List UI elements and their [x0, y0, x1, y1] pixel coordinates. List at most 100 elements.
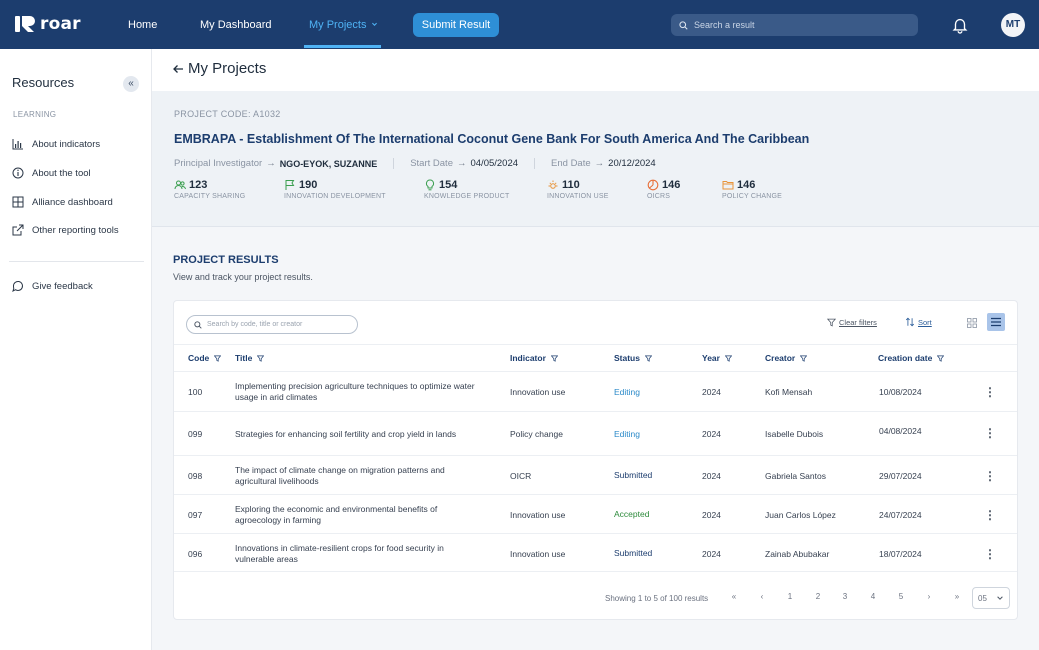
app-logo[interactable]: roar [14, 14, 81, 34]
column-header-title[interactable]: Title [235, 353, 265, 363]
results-search-placeholder: Search by code, title or creator [207, 321, 303, 328]
nav-home[interactable]: Home [128, 0, 157, 49]
stat-label: INNOVATION DEVELOPMENT [284, 193, 386, 200]
list-view-icon [991, 317, 1001, 327]
page-button-3[interactable]: 3 [838, 592, 852, 601]
stat-policy-change: 146 POLICY CHANGE [722, 179, 782, 200]
start-date-label: Start Date [410, 158, 453, 169]
info-icon [12, 167, 24, 179]
cell-year: 2024 [702, 510, 721, 520]
meta-divider [534, 158, 536, 169]
sidebar-section-label: LEARNING [13, 110, 57, 119]
filter-icon[interactable] [644, 355, 652, 362]
cell-title: Innovations in climate-resilient crops f… [235, 543, 444, 564]
first-page-button[interactable]: « [727, 592, 741, 601]
cell-date: 04/08/2024 [879, 426, 922, 436]
sort-icon [905, 317, 915, 327]
sidebar-item-label: Other reporting tools [32, 224, 119, 236]
column-header-creator[interactable]: Creator [765, 353, 808, 363]
sidebar-item-label: About indicators [32, 138, 101, 150]
filter-icon[interactable] [724, 355, 732, 362]
table-row[interactable]: 100 Implementing precision agriculture t… [174, 371, 1017, 411]
column-header-label: Status [614, 353, 640, 363]
table-row[interactable]: 097 Exploring the economic and environme… [174, 494, 1017, 533]
cell-indicator: Innovation use [510, 387, 566, 397]
sidebar-item-label: Give feedback [32, 280, 93, 292]
stat-oicrs: 146 OICRS [647, 179, 680, 200]
user-avatar[interactable]: MT [1001, 13, 1025, 37]
table-row[interactable]: 098 The impact of climate change on migr… [174, 455, 1017, 494]
stat-value: 146 [737, 179, 756, 191]
cell-code: 096 [188, 549, 203, 559]
filter-icon[interactable] [214, 355, 222, 362]
cell-creator: Zainab Abubakar [765, 549, 830, 559]
chevron-down-icon [997, 596, 1003, 600]
sidebar-item-give-feedback[interactable]: Give feedback [12, 280, 93, 292]
stat-label: KNOWLEDGE PRODUCT [424, 193, 510, 200]
cell-year: 2024 [702, 387, 721, 397]
results-title: PROJECT RESULTS [173, 254, 279, 266]
page-header: My Projects [152, 49, 1039, 91]
cell-indicator: Policy change [510, 429, 563, 439]
cell-status: Accepted [614, 509, 650, 519]
pi-value: NGO-EYOK, SUZANNE [279, 158, 378, 169]
sidebar-item-about-tool[interactable]: About the tool [12, 167, 91, 179]
column-header-label: Title [235, 353, 253, 363]
table-row[interactable]: 096 Innovations in climate-resilient cro… [174, 533, 1017, 572]
stat-value: 123 [189, 179, 208, 191]
page-button-4[interactable]: 4 [866, 592, 880, 601]
page-button-2[interactable]: 2 [811, 592, 825, 601]
project-meta-row: Principal Investigator → NGO-EYOK, SUZAN… [174, 158, 656, 169]
nav-my-projects[interactable]: My Projects [309, 0, 378, 49]
filter-icon[interactable] [937, 355, 945, 362]
meta-divider [393, 158, 395, 169]
arrow-left-icon[interactable] [172, 63, 184, 75]
sidebar-item-other-reporting-tools[interactable]: Other reporting tools [12, 224, 119, 236]
sidebar-item-about-indicators[interactable]: About indicators [12, 138, 100, 150]
column-header-year[interactable]: Year [702, 353, 732, 363]
page-title: My Projects [188, 60, 267, 77]
next-page-button[interactable]: › [922, 592, 936, 601]
clear-filters-button[interactable]: Clear filters [827, 318, 877, 327]
cell-status: Submitted [614, 470, 653, 480]
page-button-5[interactable]: 5 [894, 592, 908, 601]
last-page-button[interactable]: » [950, 592, 964, 601]
sort-button[interactable]: Sort [905, 317, 932, 327]
pagination-info: Showing 1 to 5 of 100 results [605, 594, 709, 603]
more-options-icon[interactable]: ⋮ [984, 426, 996, 440]
folder-icon [722, 181, 734, 190]
table-row[interactable]: 099 Strategies for enhancing soil fertil… [174, 411, 1017, 455]
bell-icon[interactable] [951, 16, 969, 34]
column-header-creation-date[interactable]: Creation date [878, 353, 945, 363]
more-options-icon[interactable]: ⋮ [984, 469, 996, 483]
grid-view-icon[interactable] [966, 317, 978, 329]
more-options-icon[interactable]: ⋮ [984, 385, 996, 399]
cell-date: 18/07/2024 [879, 549, 922, 559]
more-options-icon[interactable]: ⋮ [984, 508, 996, 522]
column-header-indicator[interactable]: Indicator [510, 353, 558, 363]
page-button-1[interactable]: 1 [783, 592, 797, 601]
lightbulb-icon [425, 179, 435, 191]
arrow-right-icon: → [456, 158, 467, 169]
rows-per-page-select[interactable]: 05 [972, 587, 1010, 609]
filter-icon[interactable] [800, 355, 808, 362]
submit-result-button[interactable]: Submit Result [413, 13, 499, 37]
column-header-status[interactable]: Status [614, 353, 652, 363]
prev-page-button[interactable]: ‹ [755, 592, 769, 601]
filter-icon[interactable] [550, 355, 558, 362]
more-options-icon[interactable]: ⋮ [984, 547, 996, 561]
nav-my-dashboard[interactable]: My Dashboard [200, 0, 272, 49]
sidebar-item-alliance-dashboard[interactable]: Alliance dashboard [12, 196, 113, 208]
collapse-sidebar-button[interactable]: « [123, 76, 139, 92]
results-search-input[interactable]: Search by code, title or creator [186, 315, 358, 334]
arrow-right-icon: → [594, 158, 605, 169]
column-header-code[interactable]: Code [188, 353, 222, 363]
filter-icon[interactable] [257, 355, 265, 362]
cell-code: 099 [188, 429, 203, 439]
cell-status: Editing [614, 429, 640, 439]
list-view-button[interactable] [987, 313, 1005, 331]
global-search-input[interactable]: Search a result [671, 14, 918, 36]
cell-code: 098 [188, 471, 203, 481]
cell-indicator: OICR [510, 471, 532, 481]
stat-label: POLICY CHANGE [722, 193, 783, 200]
